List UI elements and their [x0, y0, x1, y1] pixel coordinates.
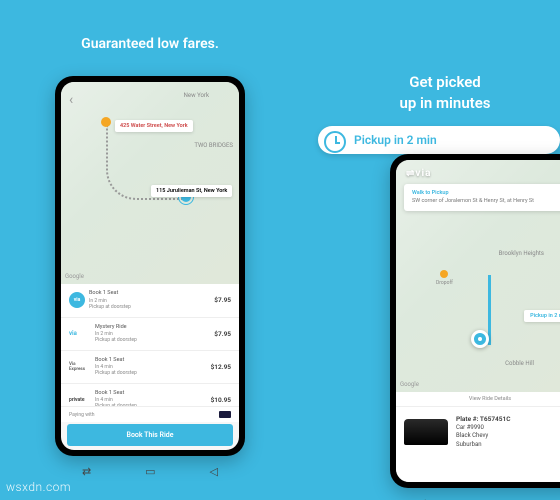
car-location-pin-icon[interactable] — [471, 330, 489, 348]
screen-left: ‹ New York TWO BRIDGES 425 Water Street,… — [61, 82, 239, 450]
android-navbar: ⇄ ▭ ◁ — [390, 494, 560, 500]
back-nav-icon[interactable]: ◁ — [553, 497, 560, 500]
back-nav-icon[interactable]: ◁ — [210, 465, 218, 478]
via-logo-icon: via — [69, 292, 85, 308]
panel-get-picked-up: Get picked up in minutes Pickup in 2 min… — [300, 0, 560, 500]
walk-to-pickup-card[interactable]: Walk to Pickup SW corner of Joralemon St… — [404, 184, 560, 211]
map-city-label: New York — [184, 92, 209, 99]
clock-icon — [324, 131, 346, 153]
headline-right: Get picked up in minutes — [330, 72, 560, 114]
ride-option-info: Mystery Ride In 2 min Pickup at doorstep — [95, 324, 214, 344]
map-right[interactable]: ⇌via Walk to Pickup SW corner of Joralem… — [396, 160, 560, 392]
ride-options-list: via Book 1 Seat In 2 min Pickup at doors… — [61, 284, 239, 406]
phone-mockup-left: ‹ New York TWO BRIDGES 425 Water Street,… — [55, 76, 245, 456]
ride-price: $10.95 — [211, 396, 231, 404]
map-area-label: Cobble Hill — [505, 360, 534, 367]
ride-price: $12.95 — [211, 363, 231, 371]
plate-number: Plate #: T657451C — [456, 415, 511, 424]
panel-guaranteed-low-fares: Guaranteed low fares. ‹ New York TWO BRI… — [0, 0, 300, 500]
via-logo-text: via — [69, 330, 91, 337]
walk-subtitle: SW corner of Joralemon St & Henry St, at… — [412, 198, 560, 205]
ride-option-info: Book 1 Seat In 2 min Pickup at doorstep — [89, 290, 214, 310]
ride-price: $7.95 — [214, 330, 231, 338]
headline-left: Guaranteed low fares. — [81, 36, 219, 52]
plate-info: Plate #: T657451C Car #9990 Black Chevy … — [456, 415, 511, 449]
car-model: Black Chevy — [456, 432, 511, 440]
card-icon — [219, 411, 231, 418]
phone-mockup-right: ⇌via Walk to Pickup SW corner of Joralem… — [390, 154, 560, 488]
car-image-icon — [404, 419, 448, 445]
back-icon[interactable]: ‹ — [69, 92, 73, 108]
book-ride-button[interactable]: Book This Ride — [67, 424, 233, 446]
paying-with-row[interactable]: Paying with — [61, 406, 239, 422]
pickup-address[interactable]: 425 Water Street, New York — [115, 120, 193, 132]
walk-title: Walk to Pickup — [412, 190, 560, 196]
paying-with-label: Paying with — [69, 412, 95, 418]
pickup-badge-text: Pickup in 2 min — [354, 133, 437, 147]
map-left[interactable]: ‹ New York TWO BRIDGES 425 Water Street,… — [61, 82, 239, 284]
ride-option[interactable]: via Mystery Ride In 2 min Pickup at door… — [61, 318, 239, 351]
screen-right: ⇌via Walk to Pickup SW corner of Joralem… — [396, 160, 560, 482]
watermark: wsxdn.com — [6, 480, 71, 494]
ride-option[interactable]: Via Express Book 1 Seat In 4 min Pickup … — [61, 351, 239, 384]
car-model-2: Suburban — [456, 441, 511, 449]
recent-icon[interactable]: ⇄ — [419, 497, 428, 500]
google-attribution: Google — [65, 273, 84, 280]
ride-price: $7.95 — [214, 296, 231, 304]
google-attribution: Google — [400, 381, 419, 388]
ride-option[interactable]: via Book 1 Seat In 2 min Pickup at doors… — [61, 284, 239, 317]
pickup-pin-icon[interactable] — [101, 117, 111, 127]
pickup-badge: Pickup in 2 min — [318, 126, 560, 154]
private-logo: private — [69, 397, 91, 403]
ride-option-info: Book 1 Seat In 4 min Pickup at doorstep — [95, 357, 211, 377]
ride-details-panel: View Ride Details Plate #: T657451C Car … — [396, 392, 560, 482]
via-express-logo: Via Express — [69, 362, 91, 372]
recent-icon[interactable]: ⇄ — [82, 465, 91, 478]
ride-details-body: Plate #: T657451C Car #9990 Black Chevy … — [396, 407, 560, 457]
home-icon[interactable]: ▭ — [485, 497, 495, 500]
ride-details-header[interactable]: View Ride Details — [396, 392, 560, 407]
via-app-logo: ⇌via — [406, 168, 431, 179]
home-icon[interactable]: ▭ — [145, 465, 155, 478]
pickup-time-tag[interactable]: Pickup in 2 min — [524, 310, 560, 322]
map-bridges-label: TWO BRIDGES — [194, 142, 233, 149]
dropoff-address[interactable]: 115 Jurulieman St, New York — [151, 185, 232, 197]
map-area-label: Brooklyn Heights — [499, 250, 544, 257]
car-number: Car #9990 — [456, 424, 511, 432]
android-navbar: ⇄ ▭ ◁ — [55, 462, 245, 480]
